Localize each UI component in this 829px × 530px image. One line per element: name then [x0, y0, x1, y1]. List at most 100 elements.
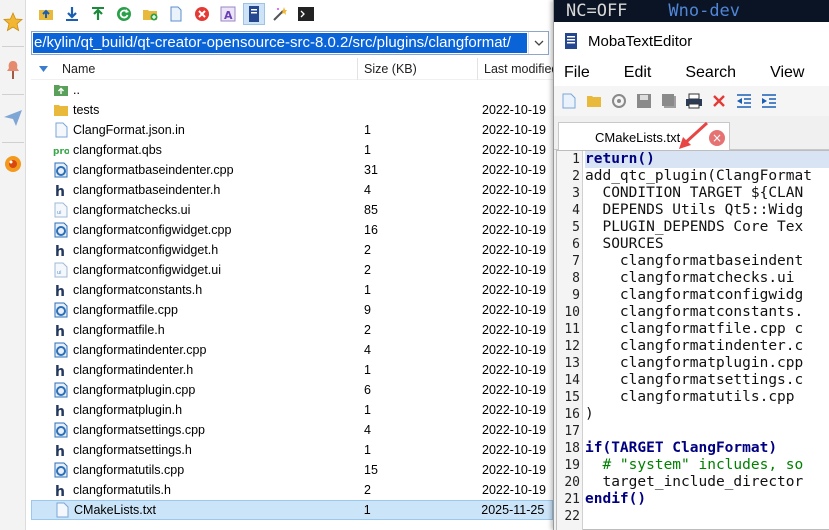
new-file-icon[interactable] [165, 3, 187, 25]
table-row[interactable]: clangformatindenter.cpp 4 2022-10-19 [31, 340, 553, 360]
table-row[interactable]: clangformatutils.cpp 15 2022-10-19 [31, 460, 553, 480]
chevron-down-icon[interactable] [528, 32, 548, 54]
reload-icon[interactable] [610, 92, 628, 110]
table-row[interactable]: .. [31, 80, 553, 100]
pin-icon[interactable] [0, 48, 26, 92]
menu-edit[interactable]: Edit [614, 64, 652, 82]
table-row[interactable]: h clangformatfile.h 2 2022-10-19 [31, 320, 553, 340]
code-line: endif() [585, 491, 647, 507]
line-number: 13 [564, 356, 580, 371]
table-row[interactable]: clangformatfile.cpp 9 2022-10-19 [31, 300, 553, 320]
line-number: 17 [564, 424, 580, 439]
new-folder-icon[interactable] [139, 3, 161, 25]
rename-icon[interactable]: A [217, 3, 239, 25]
svg-text:h: h [55, 184, 65, 198]
bug-icon[interactable] [0, 142, 26, 186]
terminal-text-2: Wno-dev [668, 1, 741, 21]
save-icon[interactable] [635, 92, 653, 110]
save-all-icon[interactable] [660, 92, 678, 110]
magic-wand-icon[interactable] [269, 3, 291, 25]
print-icon[interactable] [685, 92, 703, 110]
code-line: target_include_director [585, 474, 804, 490]
file-name: clangformatsettings.h [73, 443, 192, 457]
file-date: 2022-10-19 [482, 223, 546, 237]
file-name: clangformatplugin.cpp [73, 383, 196, 397]
table-row[interactable]: h clangformatconstants.h 1 2022-10-19 [31, 280, 553, 300]
table-row[interactable]: pro clangformat.qbs 1 2022-10-19 [31, 140, 553, 160]
table-row[interactable]: tests 2022-10-19 [31, 100, 553, 120]
file-size: 2 [364, 483, 371, 497]
header-icon: h [53, 322, 69, 338]
svg-text:h: h [55, 444, 65, 458]
code-line: clangformatchecks.ui [585, 270, 795, 286]
svg-text:h: h [55, 284, 65, 298]
column-header: Name Size (KB) Last modified [31, 57, 553, 80]
line-number: 1 [572, 152, 580, 167]
column-size[interactable]: Size (KB) [358, 57, 478, 80]
table-row[interactable]: h clangformatindenter.h 1 2022-10-19 [31, 360, 553, 380]
paper-plane-icon[interactable] [0, 96, 26, 140]
path-bar[interactable] [31, 31, 549, 55]
file-name-cell: clangformatfile.cpp [31, 302, 358, 318]
menu-view[interactable]: View [760, 64, 804, 82]
file-size: 15 [364, 463, 378, 477]
line-number: 9 [572, 288, 580, 303]
open-icon[interactable] [585, 92, 603, 110]
file-size: 1 [364, 443, 371, 457]
table-row[interactable]: ui clangformatconfigwidget.ui 2 2022-10-19 [31, 260, 553, 280]
indent-icon[interactable] [760, 92, 778, 110]
code-line: if(TARGET ClangFormat) [585, 440, 778, 456]
file-name-cell: tests [31, 102, 358, 118]
table-row[interactable]: clangformatplugin.cpp 6 2022-10-19 [31, 380, 553, 400]
file-size: 16 [364, 223, 378, 237]
path-input[interactable] [33, 33, 527, 53]
file-date: 2022-10-19 [482, 323, 546, 337]
file-size: 1 [364, 143, 371, 157]
column-date[interactable]: Last modified [478, 58, 553, 80]
file-date: 2022-10-19 [482, 483, 546, 497]
table-row[interactable]: h clangformatsettings.h 1 2022-10-19 [31, 440, 553, 460]
line-number: 5 [572, 220, 580, 235]
table-row[interactable]: h clangformatconfigwidget.h 2 2022-10-19 [31, 240, 553, 260]
code-text[interactable]: return() add_qtc_plugin(ClangFormat CONDI… [585, 151, 829, 525]
table-row[interactable]: h clangformatbaseindenter.h 4 2022-10-19 [31, 180, 553, 200]
file-size: 2 [364, 243, 371, 257]
table-row[interactable]: clangformatsettings.cpp 4 2022-10-19 [31, 420, 553, 440]
header-icon: h [53, 442, 69, 458]
cpp-icon [53, 382, 69, 398]
table-row-selected[interactable]: CMakeLists.txt 1 2025-11-25 [31, 500, 553, 520]
upload-icon[interactable] [87, 3, 109, 25]
svg-text:h: h [55, 364, 65, 378]
menu-search[interactable]: Search [675, 64, 736, 82]
parent-dir-icon[interactable] [35, 3, 57, 25]
table-row[interactable]: clangformatconfigwidget.cpp 16 2022-10-19 [31, 220, 553, 240]
terminal-icon[interactable] [295, 3, 317, 25]
table-row[interactable]: h clangformatutils.h 2 2022-10-19 [31, 480, 553, 500]
file-size: 2 [364, 263, 371, 277]
file-name: clangformatconstants.h [73, 283, 203, 297]
tab-cmakelists[interactable]: CMakeLists.txt × [558, 121, 730, 151]
star-icon[interactable] [0, 0, 26, 44]
new-icon[interactable] [560, 92, 578, 110]
close-icon[interactable] [710, 92, 728, 110]
outdent-icon[interactable] [735, 92, 753, 110]
window-title: MobaTextEditor [588, 32, 693, 50]
left-sidebar [0, 0, 26, 530]
file-name-cell: h clangformatsettings.h [31, 442, 358, 458]
refresh-icon[interactable] [113, 3, 135, 25]
delete-icon[interactable] [191, 3, 213, 25]
file-name-cell: clangformatconfigwidget.cpp [31, 222, 358, 238]
menu-file[interactable]: File [554, 64, 590, 82]
file-date: 2022-10-19 [482, 463, 546, 477]
table-row[interactable]: h clangformatplugin.h 1 2022-10-19 [31, 400, 553, 420]
browser-toolbar: A [27, 0, 553, 28]
table-row[interactable]: ui clangformatchecks.ui 85 2022-10-19 [31, 200, 553, 220]
file-name: clangformatsettings.cpp [73, 423, 206, 437]
table-row[interactable]: clangformatbaseindenter.cpp 31 2022-10-19 [31, 160, 553, 180]
column-name[interactable]: Name [31, 57, 358, 80]
open-editor-icon[interactable] [243, 3, 265, 25]
table-row[interactable]: ClangFormat.json.in 1 2022-10-19 [31, 120, 553, 140]
line-number: 21 [564, 492, 580, 507]
code-area[interactable]: 1 2 3 4 5 6 7 8 9 10 11 12 13 14 15 16 17 18 19 20 21 22 retu… [556, 150, 829, 530]
download-icon[interactable] [61, 3, 83, 25]
